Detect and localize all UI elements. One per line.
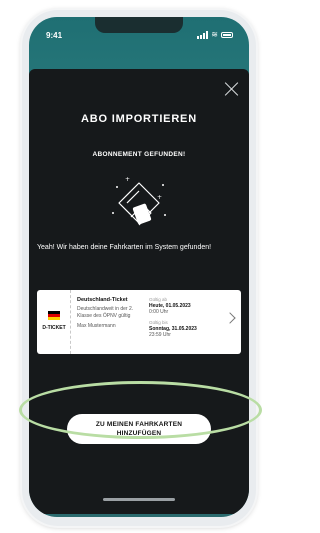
valid-from-label: Gültig ab: [149, 297, 168, 302]
status-bar: 9:41 ≋: [29, 17, 249, 51]
status-time: 9:41: [46, 31, 63, 40]
ticket-badge: D-TICKET: [37, 290, 71, 354]
ticket-description: Deutschlandweit in der 2. Klasse des ÖPN…: [77, 306, 134, 319]
status-icons: ≋: [197, 31, 233, 39]
import-subscription-modal: ABO IMPORTIEREN ABONNEMENT GEFUNDEN! + +…: [29, 69, 249, 514]
ticket-name: Deutschland-Ticket: [77, 297, 128, 303]
add-to-tickets-button[interactable]: ZU MEINEN FAHRKARTEN HINZUFÜGEN: [67, 414, 211, 444]
add-to-tickets-label-line1: ZU MEINEN FAHRKARTEN: [95, 421, 183, 428]
svg-text:+: +: [157, 194, 162, 201]
ticket-holder: Max Mustermann: [77, 323, 116, 329]
add-to-tickets-label-line2: HINZUFÜGEN: [116, 430, 162, 437]
phone-with-ticket-icon: + +: [112, 176, 166, 226]
ticket-validity: Gültig ab Heute, 01.05.2023 0:00 Uhr Gül…: [149, 297, 229, 338]
german-flag-icon: [48, 311, 60, 320]
close-icon[interactable]: [224, 81, 240, 97]
modal-subtitle: ABONNEMENT GEFUNDEN!: [92, 151, 186, 158]
valid-until-label: Gültig bis: [149, 320, 168, 325]
ticket-info: Deutschland-Ticket Deutschlandweit in de…: [77, 297, 141, 329]
modal-title: ABO IMPORTIEREN: [81, 113, 197, 125]
valid-until-time: 23:59 Uhr: [149, 332, 171, 338]
ticket-card[interactable]: D-TICKET Deutschland-Ticket Deutschlandw…: [37, 290, 241, 354]
home-indicator: [103, 498, 175, 501]
phone-screen: 9:41 ≋ ABO IMPORTIEREN ABONNEMENT GEFUND…: [29, 17, 249, 517]
wifi-icon: ≋: [211, 30, 218, 39]
notch: [95, 17, 183, 33]
success-message: Yeah! Wir haben deine Fahrkarten im Syst…: [37, 244, 212, 251]
battery-icon: [221, 32, 233, 38]
svg-text:+: +: [125, 176, 130, 183]
ticket-badge-label: D-TICKET: [42, 325, 66, 331]
signal-icon: [197, 31, 209, 39]
